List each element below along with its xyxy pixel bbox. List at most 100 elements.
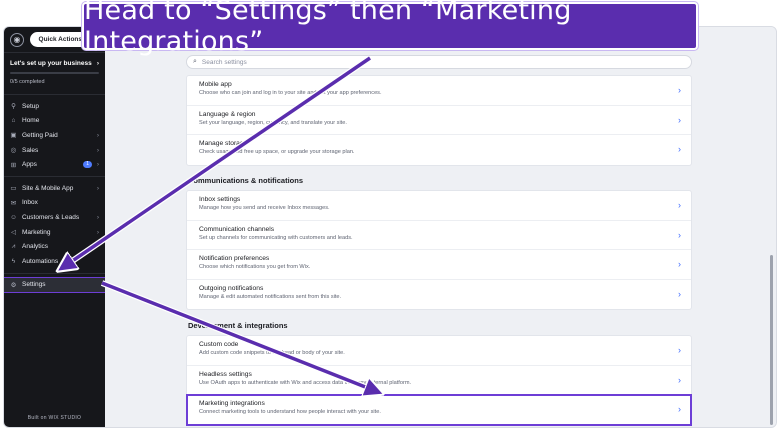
sidebar-item-inbox[interactable]: ✉ Inbox (4, 196, 105, 211)
nav-top: ⚲ Setup ⌂ Home ▣ Getting Paid › ◎ Sales › ⊞ App… (4, 99, 105, 172)
built-on-label: Built on WIX STUDIO (27, 415, 82, 421)
sidebar-item-setup[interactable]: ⚲ Setup (4, 99, 105, 114)
settings-row-marketing-integrations[interactable]: Marketing integrations Connect marketing … (186, 394, 692, 426)
chevron-right-icon: › (678, 374, 681, 385)
settings-row-language-region[interactable]: Language & region Set your language, regi… (187, 106, 691, 135)
row-title: Headless settings (199, 370, 252, 378)
search-input[interactable]: ⌕ Search settings (186, 55, 692, 69)
settings-row-manage-storage[interactable]: Manage storage Check usage and free up sp… (187, 135, 691, 165)
row-description: Choose which notifications you get from … (199, 264, 311, 270)
row-description: Choose who can join and log in to your s… (199, 90, 382, 96)
sidebar-item-label: Apps (22, 161, 37, 169)
chevron-right-icon: › (96, 131, 99, 139)
setup-card[interactable]: Let's set up your business › 0/5 complet… (4, 53, 105, 95)
settings-row-communication-channels[interactable]: Communication channels Set up channels fo… (187, 221, 691, 250)
row-description: Check usage and free up space, or upgrad… (199, 149, 355, 155)
instruction-banner: Head to “Settings” then “Marketing Integ… (82, 0, 698, 57)
setup-progress-bar (10, 72, 99, 74)
nav-mid: ▭ Site & Mobile App › ✉ Inbox ☺ Customers & … (4, 181, 105, 269)
settings-row-custom-code[interactable]: Custom code Add custom code snippets to t… (187, 336, 691, 366)
nav-bottom: ⚙ Settings (4, 276, 106, 294)
chevron-right-icon: › (678, 85, 681, 95)
gear-icon: ⚙ (10, 281, 17, 289)
chevron-right-icon: › (96, 213, 99, 221)
settings-row-mobile-app[interactable]: Mobile app Choose who can join and log in… (187, 76, 691, 106)
chevron-right-icon: › (678, 259, 681, 269)
chevron-right-icon: › (678, 229, 681, 240)
sidebar-item-label: Site & Mobile App (22, 184, 74, 192)
sidebar-item-label: Home (22, 117, 40, 125)
app-window: ◉ Quick Actions ⌄ Let's set up your busi… (3, 26, 777, 428)
sidebar-item-label: Getting Paid (22, 131, 58, 139)
chevron-right-icon: › (678, 200, 681, 210)
sidebar-item-getting-paid[interactable]: ▣ Getting Paid › (4, 128, 105, 143)
row-title: Outgoing notifications (199, 284, 264, 292)
group-heading: Development & integrations (188, 321, 288, 330)
chart-icon: ⩘ (11, 242, 16, 250)
chevron-right-icon: › (678, 114, 681, 125)
wallet-icon: ▣ (10, 132, 17, 140)
group-heading: Communications & notifications (188, 176, 304, 185)
megaphone-icon: ◁ (11, 229, 16, 237)
apps-icon: ⊞ (10, 161, 17, 169)
sidebar-item-sales[interactable]: ◎ Sales › (4, 143, 105, 158)
row-title: Mobile app (199, 81, 232, 88)
chevron-right-icon: › (678, 404, 681, 414)
sidebar: ◉ Quick Actions ⌄ Let's set up your busi… (4, 27, 106, 427)
row-description: Manage how you send and receive Inbox me… (199, 205, 330, 211)
account-icon[interactable]: ◉ (10, 32, 24, 47)
search-icon: ⌕ (193, 58, 197, 65)
apps-badge: 1 (83, 161, 92, 169)
rocket-icon: ⚲ (11, 103, 16, 111)
sidebar-item-label: Analytics (22, 243, 49, 251)
bolt-icon: ϟ (11, 257, 16, 265)
chevron-right-icon: › (678, 144, 681, 154)
sidebar-item-apps[interactable]: ⊞ Apps 1 › (4, 157, 105, 172)
chevron-right-icon: › (96, 228, 99, 236)
scrollbar[interactable] (770, 255, 773, 425)
row-title: Language & region (199, 110, 256, 118)
row-description: Connect marketing tools to understand ho… (199, 409, 381, 415)
chevron-right-icon: › (96, 161, 99, 169)
sidebar-item-marketing[interactable]: ◁ Marketing › (4, 225, 105, 240)
row-description: Set your language, region, currency, and… (199, 119, 347, 126)
settings-row-notification-preferences[interactable]: Notification preferences Choose which not… (187, 250, 691, 280)
row-title: Marketing integrations (199, 400, 265, 407)
settings-row-headless[interactable]: Headless settings Use OAuth apps to authe… (187, 366, 691, 395)
settings-card-general: Mobile app Choose who can join and log in… (186, 75, 692, 166)
row-title: Manage storage (199, 140, 248, 147)
row-description: Set up channels for communicating with c… (199, 234, 353, 241)
sidebar-item-label: Inbox (22, 199, 38, 207)
settings-row-inbox[interactable]: Inbox settings Manage how you send and re… (187, 191, 691, 221)
row-title: Communication channels (199, 225, 275, 233)
sidebar-item-settings[interactable]: ⚙ Settings (4, 276, 106, 294)
sidebar-item-label: Customers & Leads (22, 213, 80, 221)
sidebar-item-home[interactable]: ⌂ Home (4, 114, 105, 129)
sidebar-item-label: Automations (22, 257, 59, 265)
settings-main: ⌕ Search settings Mobile app Choose who c… (105, 27, 776, 427)
setup-title: Let's set up your business (10, 60, 92, 67)
settings-card-communications: Inbox settings Manage how you send and re… (186, 190, 692, 310)
row-description: Add custom code snippets to the head or … (199, 350, 345, 356)
divider (4, 272, 105, 274)
settings-card-development: Custom code Add custom code snippets to t… (186, 335, 692, 426)
sidebar-item-label: Settings (22, 281, 46, 289)
sidebar-item-customers-leads[interactable]: ☺ Customers & Leads › (4, 210, 105, 225)
people-icon: ☺ (10, 213, 17, 221)
sidebar-item-analytics[interactable]: ⩘ Analytics (4, 239, 105, 254)
setup-progress-text: 0/5 completed (10, 79, 45, 85)
dollar-icon: ◎ (10, 147, 17, 155)
settings-row-outgoing-notifications[interactable]: Outgoing notifications Manage & edit auto… (187, 280, 691, 310)
row-title: Inbox settings (199, 196, 241, 203)
quick-actions-label: Quick Actions (38, 36, 82, 43)
monitor-icon: ▭ (10, 185, 17, 193)
row-description: Manage & edit automated notifications se… (199, 293, 342, 300)
chevron-right-icon: › (96, 184, 99, 192)
chevron-right-icon: › (678, 288, 681, 299)
sidebar-item-automations[interactable]: ϟ Automations (4, 254, 105, 269)
home-icon: ⌂ (11, 117, 16, 125)
row-title: Notification preferences (199, 255, 270, 262)
chevron-right-icon: › (96, 60, 99, 67)
sidebar-item-site-mobile-app[interactable]: ▭ Site & Mobile App › (4, 181, 105, 196)
chevron-right-icon: › (96, 146, 99, 154)
